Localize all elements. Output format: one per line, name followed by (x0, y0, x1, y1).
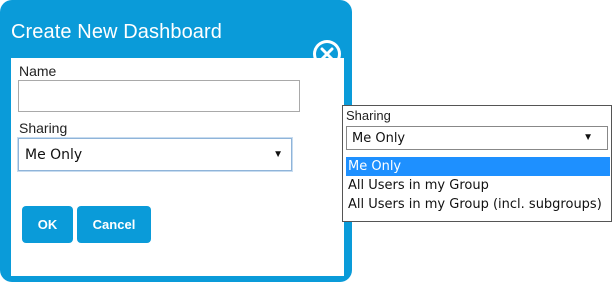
dropdown-options: Me Only All Users in my Group All Users … (346, 157, 610, 214)
sharing-dropdown-expanded: Sharing Me Only ▼ Me Only All Users in m… (342, 105, 612, 222)
chevron-down-icon: ▼ (273, 149, 283, 160)
sharing-label: Sharing (19, 120, 68, 136)
sharing-select[interactable]: Me Only ▼ (18, 138, 292, 171)
name-label: Name (19, 63, 57, 79)
dropdown-label: Sharing (346, 108, 391, 123)
option-me-only[interactable]: Me Only (346, 157, 610, 176)
option-all-users-incl-subgroups[interactable]: All Users in my Group (incl. subgroups) (346, 195, 610, 214)
dialog-title: Create New Dashboard (11, 21, 222, 43)
dropdown-select-value: Me Only (352, 131, 406, 146)
chevron-down-icon: ▼ (583, 132, 593, 143)
cancel-button[interactable]: Cancel (77, 206, 151, 243)
sharing-select-value: Me Only (25, 147, 83, 163)
ok-button[interactable]: OK (22, 206, 73, 243)
name-input[interactable] (18, 80, 300, 112)
create-dashboard-dialog: Create New Dashboard Name Sharing Me Onl… (0, 0, 352, 282)
dropdown-select[interactable]: Me Only ▼ (346, 126, 608, 150)
option-all-users-in-group[interactable]: All Users in my Group (346, 176, 610, 195)
dialog-body: Name Sharing Me Only ▼ (11, 58, 344, 276)
